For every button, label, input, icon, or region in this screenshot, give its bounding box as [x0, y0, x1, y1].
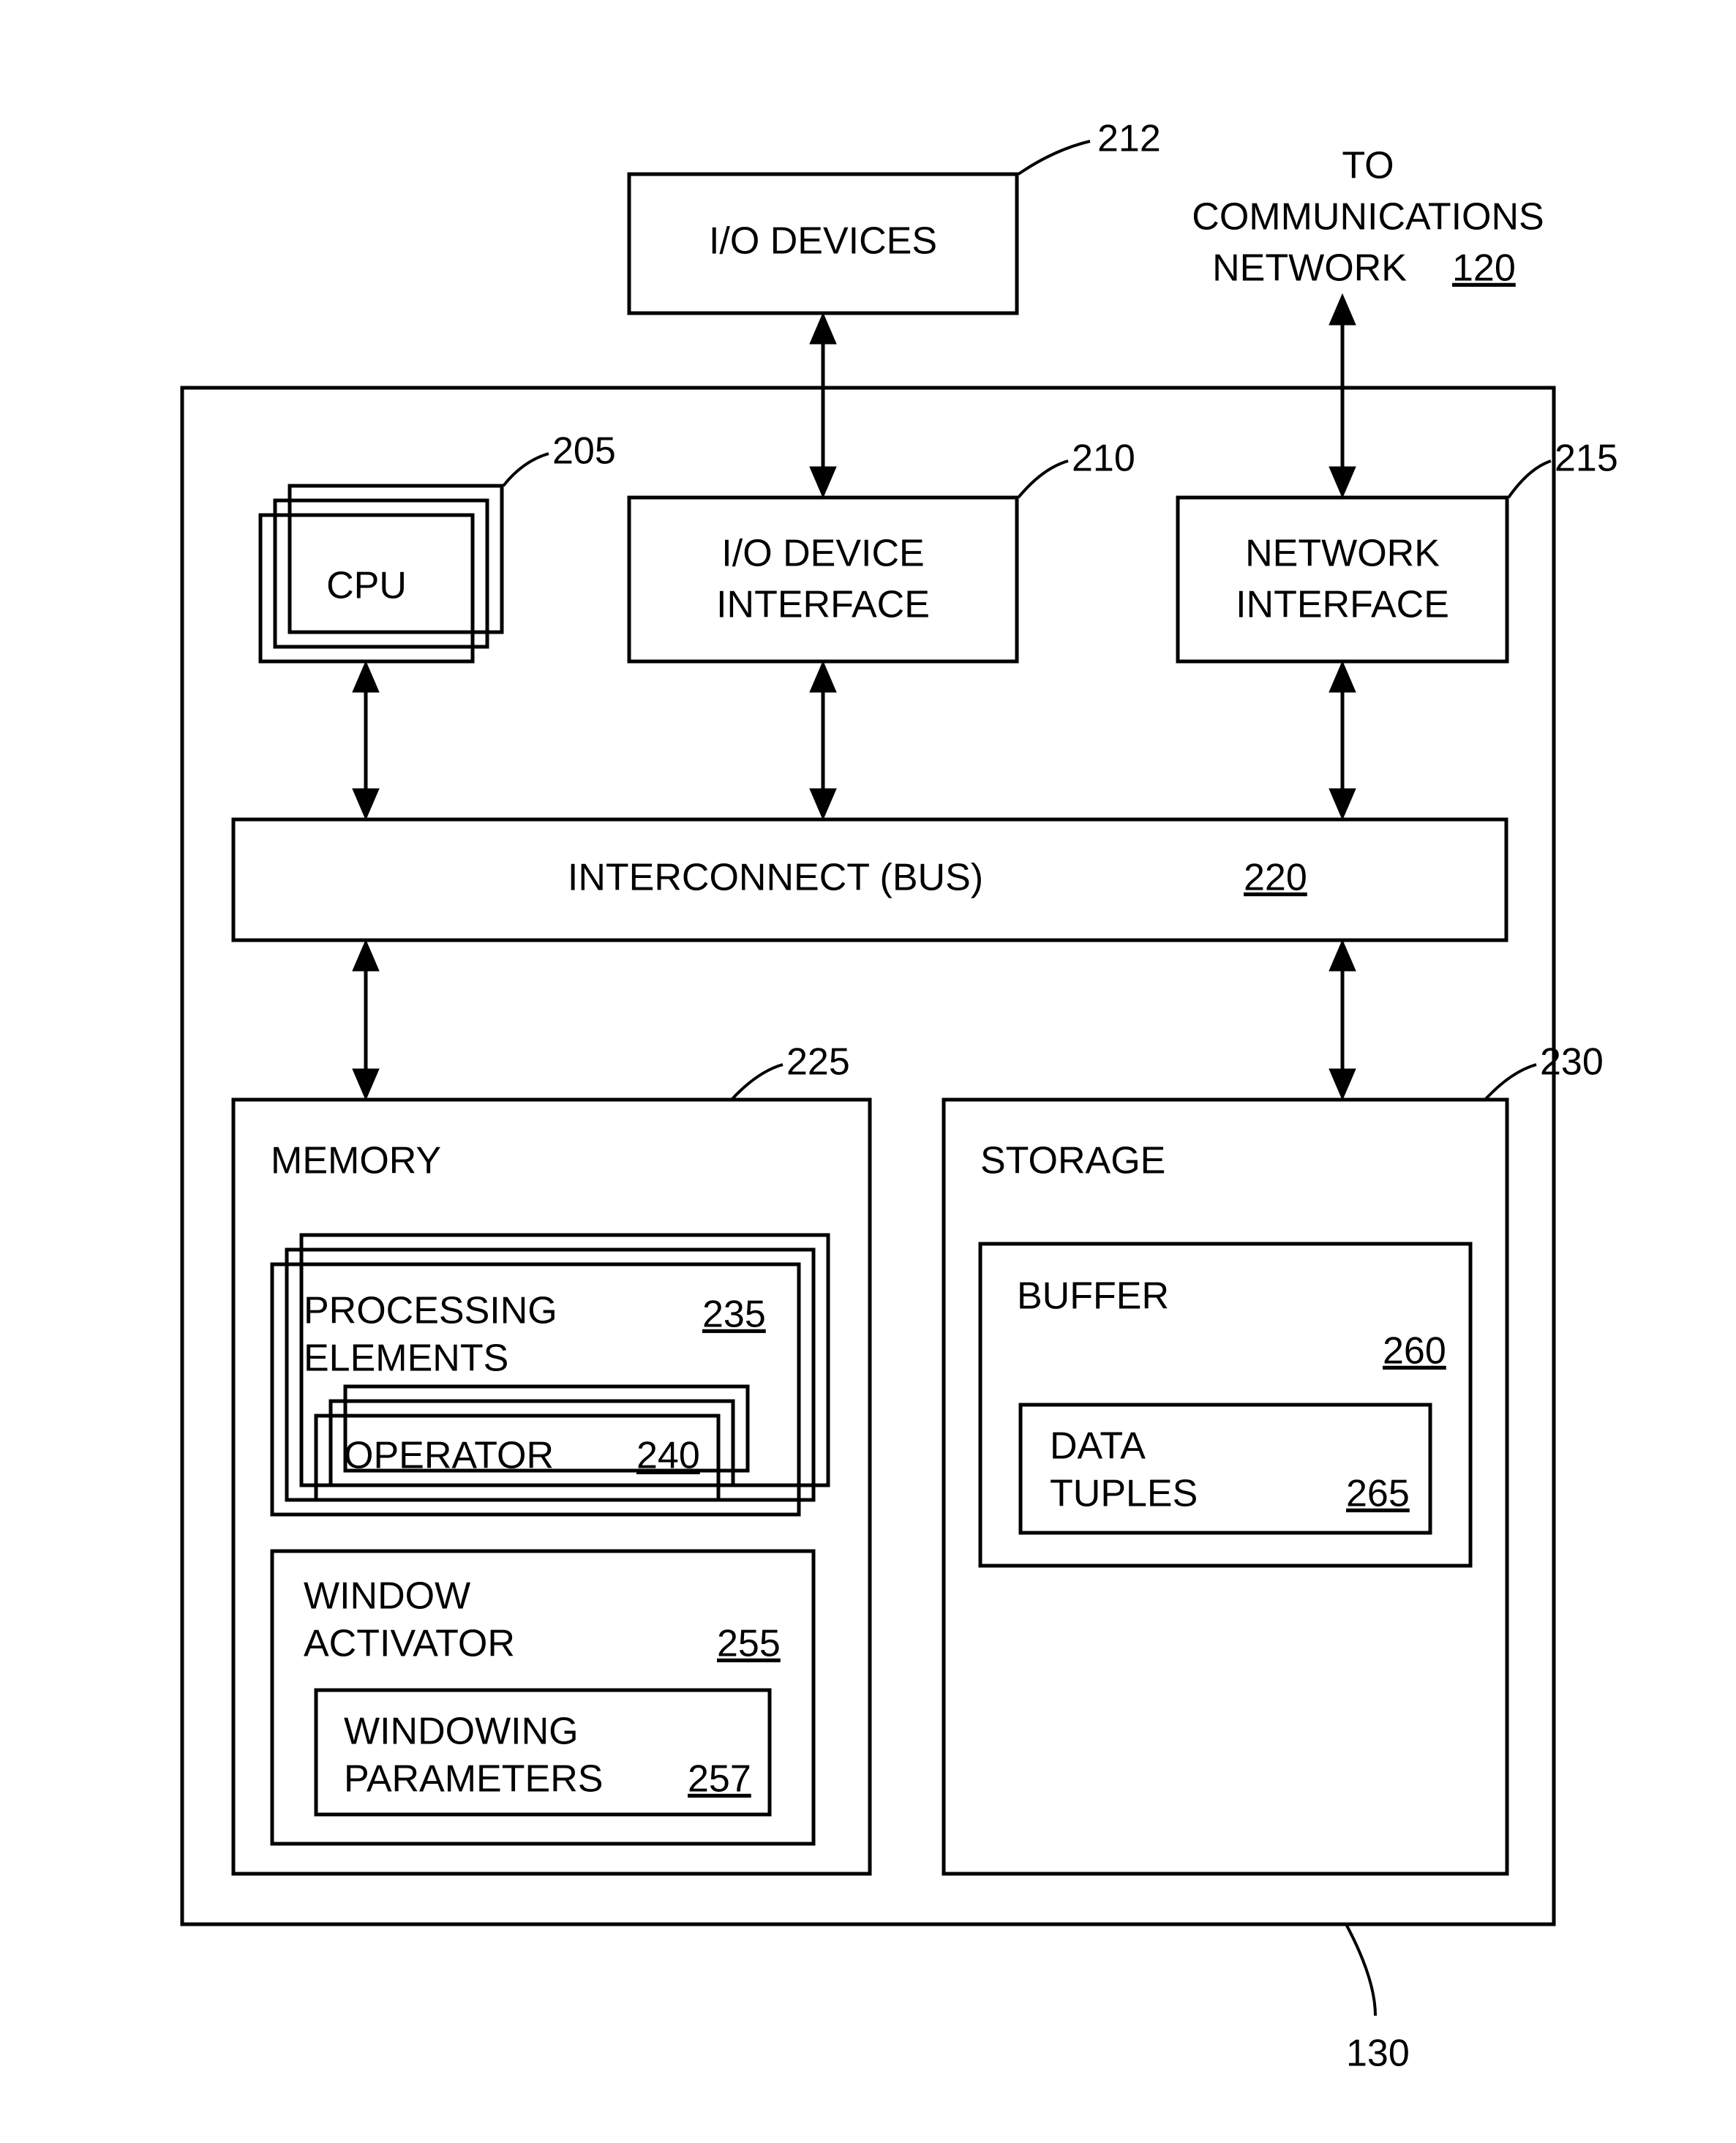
memory-label: MEMORY	[271, 1140, 441, 1182]
operator-label: OPERATOR	[344, 1435, 554, 1477]
operator-ref: 240	[636, 1435, 700, 1477]
io-devices-ref: 212	[1097, 118, 1161, 160]
io-interface-ref: 210	[1072, 438, 1135, 480]
windowing-params-line1: WINDOWING	[344, 1711, 579, 1753]
arrow-cpu-up	[353, 661, 379, 692]
storage-leader	[1485, 1065, 1536, 1100]
data-tuples-ref: 265	[1346, 1473, 1410, 1515]
arrow-io-down	[810, 467, 836, 498]
storage-box	[944, 1100, 1507, 1874]
cpu-leader	[503, 454, 549, 486]
buffer-ref: 260	[1383, 1330, 1446, 1373]
io-interface-box	[629, 498, 1017, 661]
cpu-ref: 205	[552, 430, 616, 473]
storage-ref: 230	[1540, 1041, 1604, 1084]
net-interface-line1: NETWORK	[1245, 533, 1440, 575]
outer-leader	[1346, 1924, 1375, 2016]
data-tuples-line2: TUPLES	[1050, 1473, 1198, 1515]
io-interface-leader	[1018, 461, 1068, 498]
arrow-bus-storage-down	[1329, 1069, 1356, 1100]
arrow-cpu-down	[353, 789, 379, 819]
window-activator-line2: ACTIVATOR	[304, 1623, 515, 1665]
arrow-bus-mem-down	[353, 1069, 379, 1100]
pe-ref: 235	[702, 1294, 766, 1336]
cpu-box-back	[290, 486, 502, 632]
arrow-commnet-up	[1329, 294, 1356, 325]
storage-label: STORAGE	[980, 1140, 1165, 1182]
net-interface-line2: INTERFACE	[1236, 584, 1449, 626]
net-interface-box	[1178, 498, 1507, 661]
net-interface-leader	[1508, 461, 1551, 498]
io-devices-leader	[1018, 141, 1090, 174]
io-interface-line1: I/O DEVICE	[721, 533, 924, 575]
memory-ref: 225	[786, 1041, 850, 1084]
net-interface-ref: 215	[1555, 438, 1618, 480]
buffer-label: BUFFER	[1017, 1275, 1169, 1318]
comm-net-line1: TO	[1342, 145, 1394, 187]
architecture-diagram: I/O DEVICES 212 TO COMMUNICATIONS NETWOR…	[0, 0, 1736, 2143]
arrow-commnet-down	[1329, 467, 1356, 498]
memory-leader	[732, 1065, 783, 1100]
comm-net-ref: 120	[1452, 247, 1516, 290]
io-interface-line2: INTERFACE	[716, 584, 930, 626]
arrow-netif-down	[1329, 789, 1356, 819]
arrow-ioif-down	[810, 789, 836, 819]
arrow-bus-storage-up	[1329, 940, 1356, 971]
comm-net-line3: NETWORK	[1212, 247, 1407, 290]
arrow-bus-mem-up	[353, 940, 379, 971]
data-tuples-line1: DATA	[1050, 1425, 1146, 1468]
outer-ref: 130	[1346, 2033, 1410, 2075]
arrow-netif-up	[1329, 661, 1356, 692]
arrow-ioif-up	[810, 661, 836, 692]
arrow-io-up	[810, 313, 836, 344]
pe-line1: PROCESSING	[304, 1290, 557, 1332]
interconnect-ref: 220	[1244, 857, 1307, 899]
io-devices-label: I/O DEVICES	[709, 220, 937, 263]
window-activator-ref: 255	[717, 1623, 781, 1665]
windowing-params-ref: 257	[688, 1758, 751, 1801]
windowing-params-line2: PARAMETERS	[344, 1758, 603, 1801]
pe-line2: ELEMENTS	[304, 1337, 508, 1380]
window-activator-line1: WINDOW	[304, 1575, 470, 1618]
comm-net-line2: COMMUNICATIONS	[1192, 196, 1544, 239]
interconnect-label: INTERCONNECT (BUS)	[568, 857, 983, 899]
cpu-label: CPU	[326, 565, 407, 607]
